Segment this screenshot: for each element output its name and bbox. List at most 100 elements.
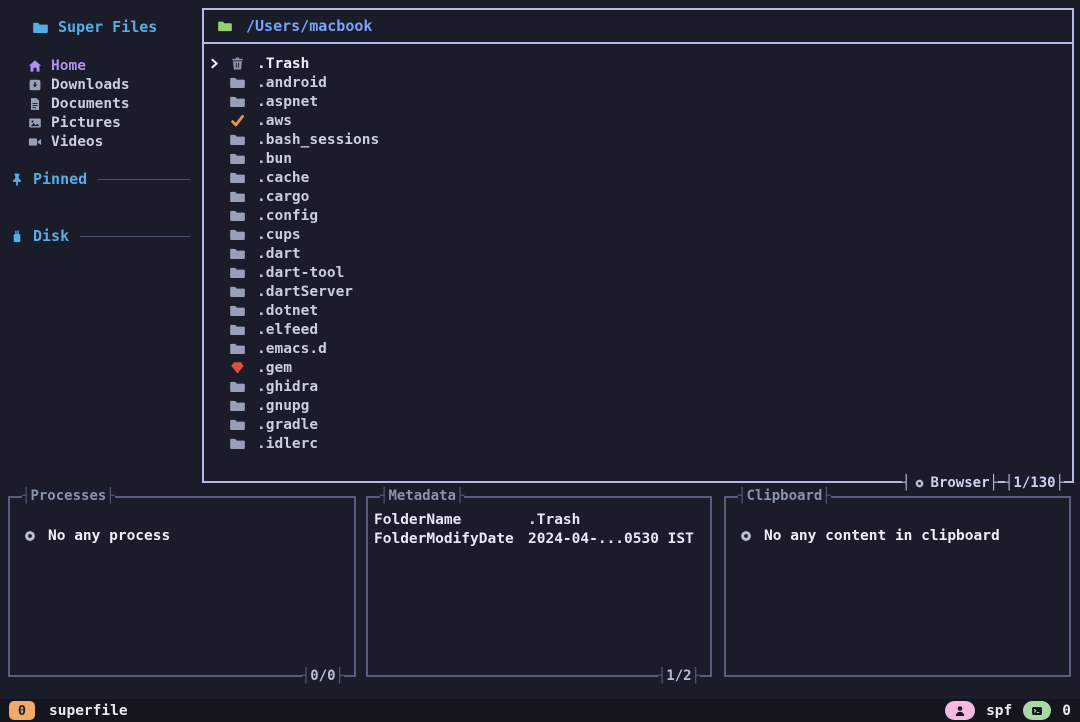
selection-cursor-icon	[209, 94, 230, 109]
selection-cursor-icon	[209, 246, 230, 261]
file-row[interactable]: .dartServer	[204, 282, 1072, 301]
superfile-app: Super Files HomeDownloadsDocumentsPictur…	[0, 0, 1080, 722]
file-row[interactable]: .dotnet	[204, 301, 1072, 320]
folder-icon	[230, 75, 245, 90]
processes-counter-text: 0/0	[310, 668, 335, 685]
file-name: .bun	[257, 151, 292, 167]
folder-icon	[230, 322, 245, 337]
clipboard-empty-message: No any content in clipboard	[726, 528, 1069, 544]
selection-cursor-icon	[209, 322, 230, 337]
section-divider	[80, 236, 190, 237]
file-row[interactable]: .bun	[204, 149, 1072, 168]
file-row[interactable]: .aspnet	[204, 92, 1072, 111]
file-row[interactable]: .cache	[204, 168, 1072, 187]
border-tick: ┤	[902, 475, 910, 492]
app-title-label: Super Files	[58, 18, 157, 36]
processes-empty-message: No any process	[10, 528, 354, 544]
file-row[interactable]: .cargo	[204, 187, 1072, 206]
sidebar-item-documents[interactable]: Documents	[28, 94, 194, 113]
folder-icon	[230, 189, 245, 204]
file-row[interactable]: .cups	[204, 225, 1072, 244]
file-name: .idlerc	[257, 436, 318, 452]
file-list: .Trash.android .aspnet.aws .bash_sessions.…	[204, 44, 1072, 453]
status-bar-right: spf 0	[945, 701, 1071, 720]
file-row[interactable]: .aws	[204, 111, 1072, 130]
document-icon	[28, 97, 42, 111]
selection-cursor-icon	[209, 132, 230, 147]
selection-cursor-icon	[209, 189, 230, 204]
section-divider	[98, 179, 190, 180]
file-row[interactable]: .bash_sessions	[204, 130, 1072, 149]
file-name: .aspnet	[257, 94, 318, 110]
mode-label-text: Browser	[931, 475, 990, 492]
file-name: .dartServer	[257, 284, 353, 300]
folder-icon	[230, 265, 245, 280]
processes-empty-text: No any process	[48, 528, 170, 544]
selection-cursor-icon	[209, 341, 230, 356]
file-row[interactable]: .gnupg	[204, 396, 1072, 415]
file-row[interactable]: .ghidra	[204, 377, 1072, 396]
selection-cursor-icon	[209, 56, 230, 71]
folder-icon	[230, 94, 245, 109]
file-name: .ghidra	[257, 379, 318, 395]
border-tick: ┤	[22, 488, 30, 505]
selection-cursor-icon	[209, 227, 230, 242]
sidebar-nav: HomeDownloadsDocumentsPicturesVideos	[28, 56, 194, 151]
file-name: .elfeed	[257, 322, 318, 338]
sidebar-item-videos[interactable]: Videos	[28, 132, 194, 151]
file-row[interactable]: .android	[204, 73, 1072, 92]
file-name: .bash_sessions	[257, 132, 379, 148]
folder-icon	[230, 170, 245, 185]
sidebar-item-home[interactable]: Home	[28, 56, 194, 75]
selection-cursor-icon	[209, 360, 230, 375]
file-row[interactable]: .config	[204, 206, 1072, 225]
file-row[interactable]: .elfeed	[204, 320, 1072, 339]
file-name: .dotnet	[257, 303, 318, 319]
file-row[interactable]: .gradle	[204, 415, 1072, 434]
file-name: .cache	[257, 170, 309, 186]
download-icon	[28, 78, 42, 92]
status-bar-left: 0 superfile	[9, 701, 128, 720]
pin-icon	[10, 172, 24, 187]
border-tick: ┤	[658, 668, 666, 685]
border-tick: ├	[822, 488, 830, 505]
status-bar: 0 superfile spf 0	[0, 699, 1080, 722]
folder-icon	[230, 246, 245, 261]
metadata-panel: ┤ Metadata ├ FolderName.TrashFolderModif…	[366, 496, 712, 677]
dot-icon	[914, 478, 925, 489]
path-bar[interactable]: /Users/macbook	[204, 10, 1072, 44]
file-row[interactable]: .idlerc	[204, 434, 1072, 453]
processes-panel: ┤ Processes ├ No any process ┤ 0/0 ├	[8, 496, 356, 677]
terminal-badge	[1023, 701, 1051, 720]
terminal-icon	[1031, 705, 1043, 717]
file-row[interactable]: .emacs.d	[204, 339, 1072, 358]
selection-cursor-icon	[209, 208, 230, 223]
selection-cursor-icon	[209, 151, 230, 166]
current-path: /Users/macbook	[246, 17, 372, 35]
status-spf-label: spf	[986, 703, 1012, 719]
file-counter-text: 1/130	[1013, 475, 1055, 492]
metadata-row: FolderModifyDate2024-04-...0530 IST	[374, 529, 702, 548]
folder-icon	[33, 20, 48, 35]
folder-icon	[230, 303, 245, 318]
metadata-key: FolderModifyDate	[374, 531, 528, 547]
file-name: .dart-tool	[257, 265, 344, 281]
metadata-title-text: Metadata	[388, 488, 455, 505]
sidebar-item-downloads[interactable]: Downloads	[28, 75, 194, 94]
sidebar-item-pictures[interactable]: Pictures	[28, 113, 194, 132]
file-row[interactable]: .Trash	[204, 54, 1072, 73]
file-row[interactable]: .dart	[204, 244, 1072, 263]
file-browser-panel: /Users/macbook .Trash.android .aspnet.aws…	[202, 8, 1074, 483]
border-tick: ├	[456, 488, 464, 505]
metadata-value: .Trash	[528, 512, 702, 528]
processes-panel-title: ┤ Processes ├	[22, 488, 115, 505]
border-tick: ├	[990, 475, 998, 492]
file-row[interactable]: .gem	[204, 358, 1072, 377]
selection-cursor-icon	[209, 113, 230, 128]
metadata-row: FolderName.Trash	[374, 510, 702, 529]
selection-cursor-icon	[209, 284, 230, 299]
folder-icon	[230, 379, 245, 394]
border-tick: ├	[106, 488, 114, 505]
file-row[interactable]: .dart-tool	[204, 263, 1072, 282]
file-name: .config	[257, 208, 318, 224]
